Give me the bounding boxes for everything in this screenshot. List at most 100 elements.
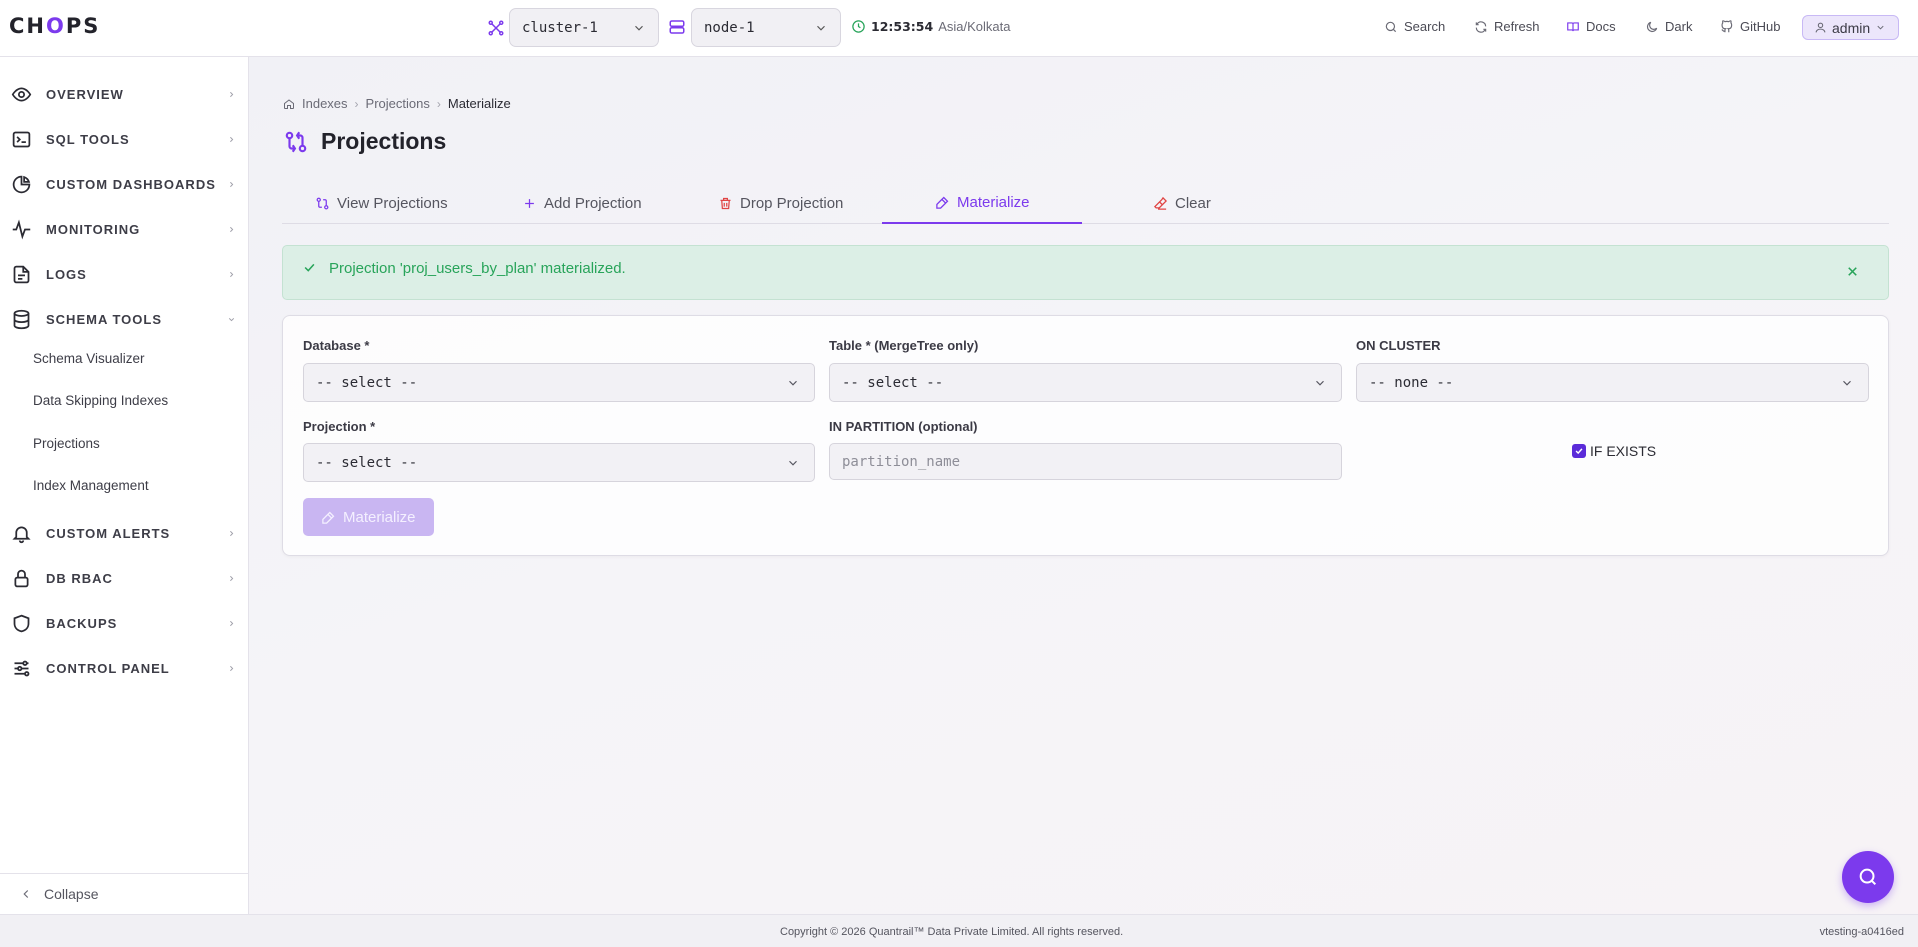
clock: 12:53:54 Asia/Kolkata [851,19,1010,34]
partition-input[interactable] [829,443,1342,480]
chevron-down-icon [1877,25,1884,30]
if-exists-checkbox[interactable]: IF EXISTS [1572,439,1656,459]
sidebar-item-db-rbac[interactable]: DB RBAC [0,560,248,596]
chevron-down-icon [1313,376,1327,390]
theme-toggle[interactable]: Dark [1645,19,1692,34]
sidebar-subitem-schema-visualizer[interactable]: Schema Visualizer [33,351,145,366]
tab-bar: View Projections Add Projection Drop Pro… [282,182,1889,224]
materialize-button[interactable]: Materialize [303,498,434,536]
sidebar-item-label: OVERVIEW [46,86,124,102]
breadcrumb-projections[interactable]: Projections [366,96,430,111]
docs-label: Docs [1586,19,1616,34]
tab-drop-projection[interactable]: Drop Projection [718,182,843,224]
page-title: Projections [321,128,447,154]
user-label: admin [1832,19,1871,36]
chevron-down-icon [786,456,800,470]
app-logo[interactable]: CHOPS [9,14,100,38]
table-select[interactable]: -- select -- [829,363,1342,402]
sidebar-item-backups[interactable]: BACKUPS [0,605,248,641]
sidebar-item-overview[interactable]: OVERVIEW [0,76,248,112]
sidebar-item-label: MONITORING [46,221,141,237]
node-select[interactable]: node-1 [691,8,841,47]
materialize-form: Database * -- select -- Table * (MergeTr… [282,315,1889,556]
refresh-icon [1475,20,1487,33]
github-link[interactable]: GitHub [1720,19,1780,34]
clock-timezone: Asia/Kolkata [938,19,1011,34]
sidebar: OVERVIEW SQL TOOLS CUSTOM DASHBOARDS MON… [0,57,249,914]
footer-version: vtesting-a0416ed [1819,926,1904,938]
footer-copyright: Copyright © 2026 Quantrail™ Data Private… [780,926,1124,938]
sidebar-item-custom-alerts[interactable]: CUSTOM ALERTS [0,515,248,551]
search-button[interactable]: Search [1384,19,1445,34]
refresh-button[interactable]: Refresh [1474,19,1540,34]
clock-icon [851,19,866,34]
sidebar-item-label: BACKUPS [46,615,118,631]
floating-search-button[interactable] [1842,851,1894,903]
page-header: Projections [283,128,446,155]
tab-materialize[interactable]: Materialize [882,182,1082,224]
hammer-icon [322,511,335,524]
moon-icon [1647,21,1658,32]
projection-icon [316,197,329,209]
sidebar-item-label: SQL TOOLS [46,131,130,147]
sidebar-subitem-data-skipping-indexes[interactable]: Data Skipping Indexes [33,393,168,408]
cluster-select[interactable]: cluster-1 [509,8,659,47]
sidebar-item-custom-dashboards[interactable]: CUSTOM DASHBOARDS [0,166,248,202]
collapse-label: Collapse [44,886,99,902]
projection-label: Projection * [303,419,376,434]
sidebar-item-monitoring[interactable]: MONITORING [0,211,248,247]
sidebar-subitem-index-management[interactable]: Index Management [33,478,149,493]
projection-select[interactable]: -- select -- [303,443,815,482]
user-icon [1815,22,1826,33]
chevron-down-icon [1840,376,1854,390]
tab-label: Drop Projection [740,194,844,212]
partition-label: IN PARTITION (optional) [829,419,978,434]
chevron-left-icon [23,890,29,898]
sidebar-item-label: CUSTOM ALERTS [46,525,171,541]
chevron-right-icon [227,529,236,538]
database-select[interactable]: -- select -- [303,363,815,402]
sliders-icon [11,658,32,679]
docs-link[interactable]: Docs [1566,19,1616,34]
alert-message: Projection 'proj_users_by_plan' material… [329,260,626,277]
projection-select-value: -- select -- [316,454,418,471]
user-menu-button[interactable]: admin [1802,15,1899,40]
search-icon [1385,21,1397,32]
chevron-right-icon [227,664,236,673]
sidebar-subitem-projections[interactable]: Projections [33,436,100,451]
chevron-right-icon [227,180,236,189]
tab-label: Add Projection [544,194,642,212]
on-cluster-select-value: -- none -- [1369,374,1454,391]
sidebar-item-control-panel[interactable]: CONTROL PANEL [0,650,248,686]
breadcrumb-current: Materialize [447,96,511,111]
tab-label: Materialize [957,193,1030,211]
sidebar-collapse-button[interactable]: Collapse [0,873,248,914]
sidebar-item-logs[interactable]: LOGS [0,256,248,292]
projection-icon [285,131,307,152]
close-icon[interactable] [1845,264,1860,279]
breadcrumb-indexes[interactable]: Indexes [302,96,348,111]
checkbox-checked-icon[interactable] [1572,444,1586,458]
table-label: Table * (MergeTree only) [829,338,979,353]
chevron-right-icon [227,619,236,628]
tab-clear[interactable]: Clear [1153,182,1211,224]
sidebar-item-label: DB RBAC [46,570,113,586]
sidebar-item-schema-tools[interactable]: SCHEMA TOOLS [0,301,248,337]
cluster-select-value: cluster-1 [522,19,598,36]
on-cluster-label: ON CLUSTER [1356,338,1441,353]
on-cluster-select[interactable]: -- none -- [1356,363,1869,402]
file-icon [11,264,32,285]
tab-add-projection[interactable]: Add Projection [522,182,642,224]
chevron-down-icon [786,376,800,390]
sidebar-item-label: SCHEMA TOOLS [46,311,163,327]
check-icon [304,263,315,272]
trash-icon [720,197,731,209]
chevron-right-icon [227,135,236,144]
terminal-icon [11,129,32,150]
table-select-value: -- select -- [842,374,944,391]
sidebar-item-sql-tools[interactable]: SQL TOOLS [0,121,248,157]
pie-chart-icon [11,174,32,195]
tab-view-projections[interactable]: View Projections [315,182,448,224]
breadcrumb-separator: › [354,96,359,111]
breadcrumb-separator: › [436,96,441,111]
